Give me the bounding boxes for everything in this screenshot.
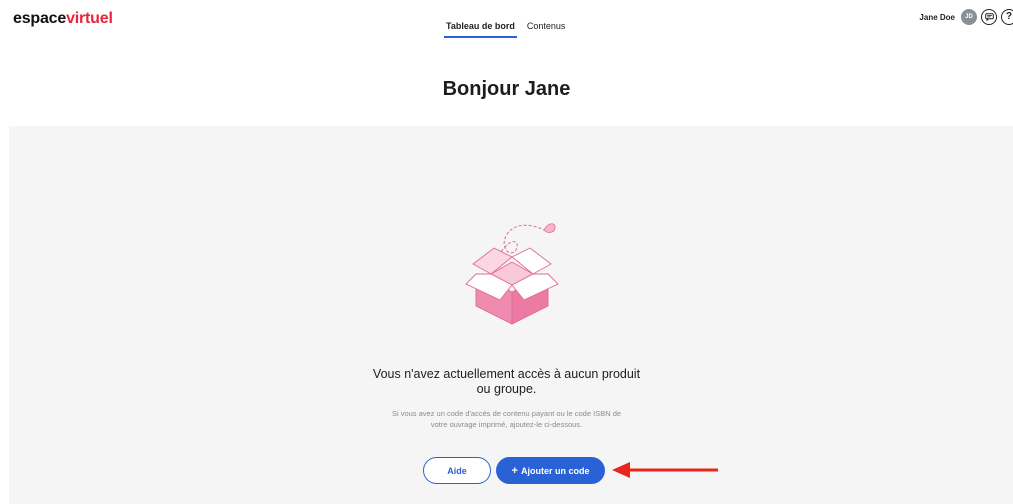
logo-accent-text: virtuel — [66, 10, 113, 27]
chat-icon-glyph — [984, 13, 994, 21]
help-icon[interactable]: ? — [1001, 9, 1013, 25]
tab-tableau-de-bord[interactable]: Tableau de bord — [444, 20, 517, 38]
help-button[interactable]: Aide — [423, 457, 491, 484]
empty-state-title-line2: ou groupe. — [476, 382, 537, 396]
user-area: Jane Doe JD ? — [919, 9, 1013, 25]
red-arrow-annotation — [612, 462, 718, 478]
logo-main-text: espace — [13, 10, 67, 27]
empty-state-desc-line2: votre ouvrage imprimé, ajoutez-le ci-des… — [430, 420, 583, 429]
chat-icon[interactable] — [981, 9, 997, 25]
avatar[interactable]: JD — [961, 9, 977, 25]
empty-state-title: Vous n'avez actuellement accès à aucun p… — [0, 367, 1013, 397]
empty-state-title-line1: Vous n'avez actuellement accès à aucun p… — [372, 367, 641, 381]
empty-state-desc-line1: Si vous avez un code d'accès de contenu … — [391, 409, 622, 418]
user-name[interactable]: Jane Doe — [919, 13, 955, 22]
plus-icon: + — [511, 464, 518, 477]
page-title: Bonjour Jane — [442, 78, 571, 100]
empty-state-description: Si vous avez un code d'accès de contenu … — [0, 408, 1013, 430]
top-header: espacevirtuel Tableau de bord Contenus J… — [0, 0, 1013, 44]
main-nav: Tableau de bord Contenus — [444, 20, 575, 40]
tab-contenus[interactable]: Contenus — [525, 20, 568, 38]
app-logo[interactable]: espacevirtuel — [13, 10, 113, 28]
open-box-illustration — [465, 223, 559, 325]
add-code-button[interactable]: + Ajouter un code — [496, 457, 605, 484]
add-code-label: Ajouter un code — [520, 465, 590, 476]
